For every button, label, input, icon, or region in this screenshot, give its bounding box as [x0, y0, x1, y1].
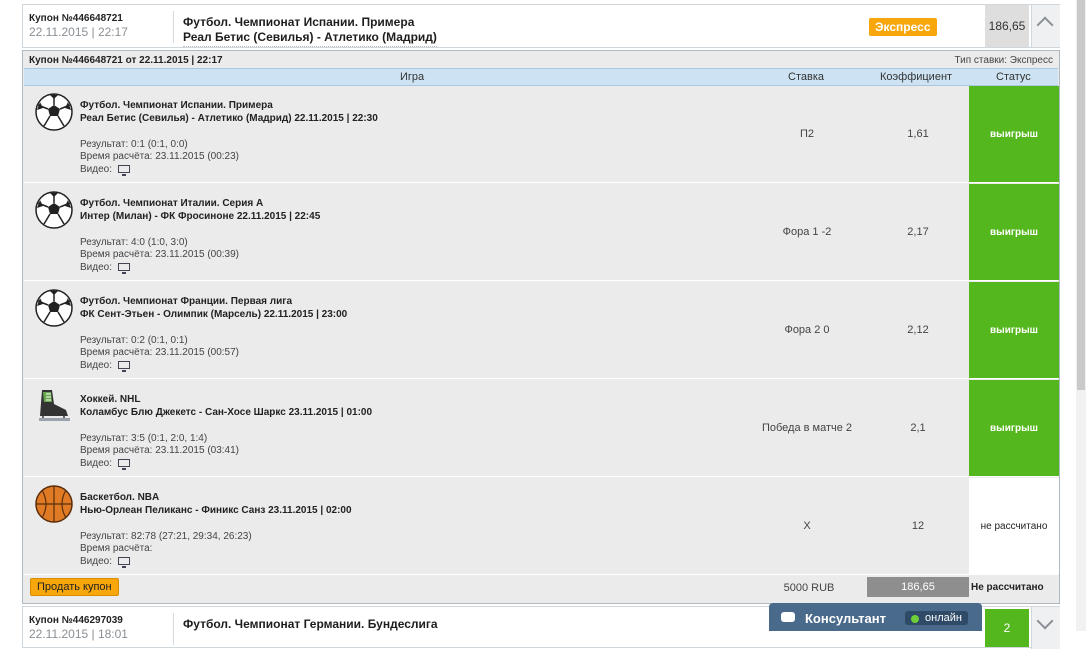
- status-badge: выигрыш: [969, 184, 1059, 280]
- coupon-event-title: Футбол. Чемпионат Германии. Бундеслига: [183, 617, 438, 631]
- coupon-number: Купон №446297039: [29, 615, 123, 626]
- scrollbar-thumb[interactable]: [1077, 0, 1085, 390]
- coupon-history: Купон №446648721 22.11.2015 | 22:17 Футб…: [22, 0, 1062, 649]
- coef-value: 2,17: [907, 226, 929, 238]
- video-label: Видео:: [80, 458, 112, 469]
- event-match: Коламбус Блю Джекетс - Сан-Хосе Шаркс 23…: [80, 407, 373, 418]
- coupon-event-title: Футбол. Чемпионат Испании. Примера: [183, 15, 415, 29]
- video-label: Видео:: [80, 556, 112, 567]
- online-status-label: онлайн: [925, 612, 962, 624]
- status-badge: выигрыш: [969, 380, 1059, 476]
- video-label: Видео:: [80, 262, 112, 273]
- event-settle-time: Время расчёта: 23.11.2015 (00:39): [80, 249, 239, 260]
- event-result: Результат: 3:5 (0:1, 2:0, 1:4): [80, 433, 208, 444]
- event-match: ФК Сент-Этьен - Олимпик (Марсель) 22.11.…: [80, 309, 348, 320]
- table-row: Хоккей. NHL Коламбус Блю Джекетс - Сан-Х…: [24, 380, 1059, 477]
- online-dot-icon: [911, 615, 919, 623]
- scrollbar[interactable]: [1076, 0, 1086, 631]
- details-title: Купон №446648721 от 22.11.2015 | 22:17: [29, 55, 223, 66]
- sell-coupon-button[interactable]: Продать купон: [30, 578, 119, 596]
- event-settle-time: Время расчёта: 23.11.2015 (00:57): [80, 347, 239, 358]
- event-settle-time: Время расчёта: 23.11.2015 (03:41): [80, 445, 239, 456]
- event-championship: Футбол. Чемпионат Франции. Первая лига: [80, 296, 293, 307]
- chevron-up-icon: [1036, 16, 1054, 34]
- monitor-icon[interactable]: [118, 263, 130, 274]
- monitor-icon[interactable]: [118, 361, 130, 372]
- consultant-label: Консультант: [805, 611, 886, 626]
- chevron-down-icon: [1036, 612, 1054, 630]
- video-label: Видео:: [80, 164, 112, 175]
- bet-value: Победа в матче 2: [761, 422, 853, 434]
- event-video: Видео:: [80, 360, 130, 372]
- coupon-details: Купон №446648721 от 22.11.2015 | 22:17 Т…: [22, 50, 1060, 604]
- coupon-date: 22.11.2015 | 18:01: [29, 627, 128, 641]
- event-championship: Футбол. Чемпионат Испании. Примера: [80, 100, 273, 111]
- soccer-ball-icon: [35, 289, 73, 327]
- column-coef: Коэффициент: [880, 71, 953, 83]
- monitor-icon[interactable]: [118, 557, 130, 568]
- table-row: Футбол. Чемпионат Италии. Серия А Интер …: [24, 184, 1059, 281]
- soccer-ball-icon: [35, 93, 73, 131]
- coupon-odds: 2: [985, 609, 1029, 647]
- coef-value: 2,1: [910, 422, 926, 434]
- coupon-date: 22.11.2015 | 22:17: [29, 25, 128, 39]
- event-match: Нью-Орлеан Пеликанс - Финикс Санз 23.11.…: [80, 505, 352, 516]
- event-result: Результат: 0:1 (0:1, 0:0): [80, 139, 188, 150]
- expand-button[interactable]: [1031, 607, 1060, 649]
- event-video: Видео:: [80, 458, 130, 470]
- status-badge: выигрыш: [969, 86, 1059, 182]
- consultant-chat-button[interactable]: Консультант онлайн: [769, 603, 982, 631]
- bet-type-label: Тип ставки: Экспресс: [954, 55, 1053, 66]
- video-label: Видео:: [80, 360, 112, 371]
- coupon-event-teams[interactable]: Реал Бетис (Севилья) - Атлетико (Мадрид): [183, 30, 437, 47]
- coupon-status: Не рассчитано: [971, 582, 1044, 593]
- coef-value: 1,61: [907, 128, 929, 140]
- event-championship: Хоккей. NHL: [80, 394, 141, 405]
- event-match: Интер (Милан) - ФК Фросиноне 22.11.2015 …: [80, 211, 321, 222]
- monitor-icon[interactable]: [118, 459, 130, 470]
- event-result: Результат: 0:2 (0:1, 0:1): [80, 335, 188, 346]
- column-game: Игра: [400, 71, 425, 83]
- monitor-icon[interactable]: [118, 165, 130, 176]
- collapse-button[interactable]: [1031, 5, 1060, 47]
- hockey-skate-icon: [39, 390, 70, 421]
- total-odds: 186,65: [867, 577, 969, 597]
- coef-value: 2,12: [907, 324, 929, 336]
- online-status: онлайн: [905, 611, 968, 625]
- column-status: Статус: [996, 71, 1031, 83]
- soccer-ball-icon: [35, 191, 73, 229]
- event-video: Видео:: [80, 262, 130, 274]
- table-row: Баскетбол. NBA Нью-Орлеан Пеликанс - Фин…: [24, 478, 1059, 575]
- chat-bubble-icon: [781, 612, 795, 622]
- event-match: Реал Бетис (Севилья) - Атлетико (Мадрид)…: [80, 113, 378, 124]
- bet-value: Фора 2 0: [784, 324, 830, 336]
- event-settle-time: Время расчёта:: [80, 543, 153, 554]
- divider: [173, 613, 174, 645]
- coupon-footer: Продать купон 5000 RUB 186,65 Не рассчит…: [24, 574, 1058, 602]
- coupon-odds: 186,65: [985, 5, 1029, 47]
- event-result: Результат: 82:78 (27:21, 29:34, 26:23): [80, 531, 252, 542]
- table-header: Игра Ставка Коэффициент Статус: [24, 68, 1058, 86]
- coupon-header[interactable]: Купон №446648721 22.11.2015 | 22:17 Футб…: [22, 4, 1060, 48]
- table-row: Футбол. Чемпионат Испании. Примера Реал …: [24, 86, 1059, 183]
- stake-amount: 5000 RUB: [783, 582, 835, 594]
- basketball-icon: [35, 485, 73, 523]
- event-video: Видео:: [80, 164, 130, 176]
- event-championship: Баскетбол. NBA: [80, 492, 160, 503]
- event-video: Видео:: [80, 556, 130, 568]
- bet-value: П2: [799, 128, 815, 140]
- status-badge: не рассчитано: [969, 478, 1059, 574]
- bet-value: Фора 1 -2: [782, 226, 832, 238]
- event-result: Результат: 4:0 (1:0, 3:0): [80, 237, 188, 248]
- column-bet: Ставка: [788, 71, 824, 83]
- status-badge: выигрыш: [969, 282, 1059, 378]
- table-row: Футбол. Чемпионат Франции. Первая лига Ф…: [24, 282, 1059, 379]
- coef-value: 12: [911, 520, 925, 532]
- event-championship: Футбол. Чемпионат Италии. Серия А: [80, 198, 264, 209]
- bet-value: X: [803, 520, 811, 532]
- divider: [173, 11, 174, 43]
- coupon-number: Купон №446648721: [29, 13, 123, 24]
- bet-type-badge: Экспресс: [869, 18, 937, 36]
- event-settle-time: Время расчёта: 23.11.2015 (00:23): [80, 151, 239, 162]
